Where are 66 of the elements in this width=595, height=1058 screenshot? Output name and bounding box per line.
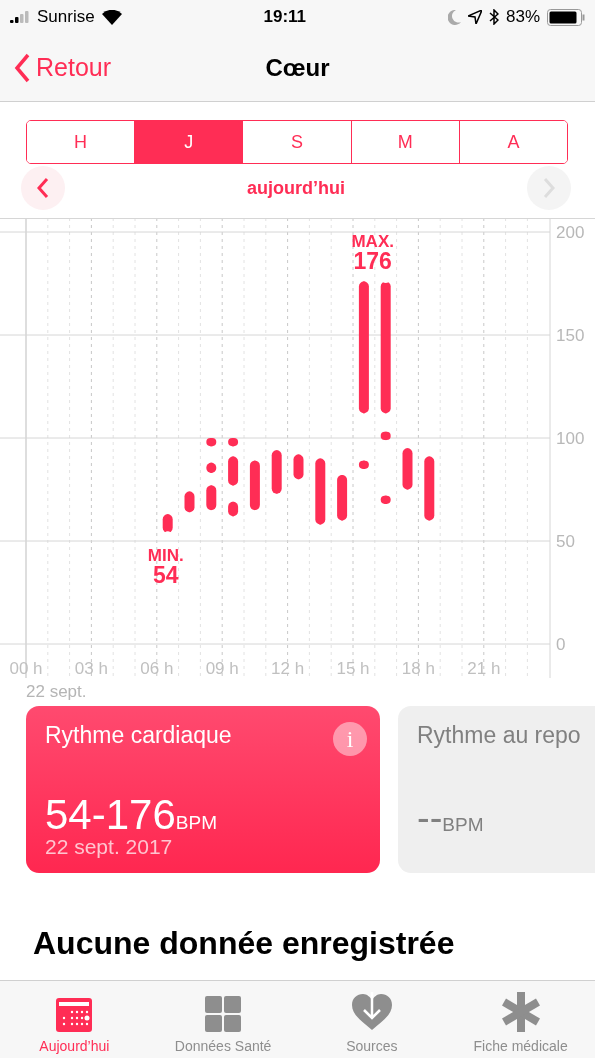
heart-download-icon: [351, 992, 392, 1032]
tab-bar-item[interactable]: Fiche médicale: [446, 981, 595, 1058]
signal-icon: [10, 11, 30, 23]
y-axis-label: 50: [556, 532, 575, 551]
heart-rate-bar: [206, 437, 217, 448]
heart-rate-bar: [162, 513, 173, 534]
screen-title: Cœur: [265, 53, 330, 81]
heart-rate-bar: [271, 449, 282, 495]
asterisk-icon: [501, 992, 540, 1032]
heart-rate-bar: [315, 457, 326, 526]
card-unit: BPM: [442, 814, 484, 836]
heart-rate-bar: [380, 430, 391, 442]
period-label: aujourd’hui: [247, 177, 345, 199]
card-unit: BPM: [175, 812, 217, 834]
location-icon: [467, 10, 482, 24]
period-segment[interactable]: A: [458, 121, 567, 163]
x-axis-label: 09 h: [205, 659, 239, 678]
heart-rate-bar: [249, 459, 260, 512]
x-axis-label: 00 h: [9, 659, 43, 678]
previous-button[interactable]: [21, 166, 65, 210]
y-axis-label: 100: [556, 429, 585, 448]
heart-rate-bar: [293, 453, 304, 481]
tab-bar-item[interactable]: Données Santé: [148, 981, 298, 1058]
y-axis-label: 0: [556, 635, 566, 654]
card-title: Rythme cardiaque: [45, 722, 232, 749]
heart-rate-bar: [206, 461, 217, 474]
chevron-left-icon: [37, 177, 49, 199]
heart-rate-bar: [228, 437, 239, 448]
heart-rate-bar: [358, 459, 369, 470]
heart-rate-bar: [206, 484, 217, 512]
x-axis-label: 15 h: [336, 659, 370, 678]
card-title: Rythme au repo: [417, 722, 581, 749]
heart-rate-bar: [380, 494, 391, 505]
battery-percent: 83%: [505, 7, 540, 27]
heart-rate-bar: [337, 474, 348, 522]
y-axis-label: 200: [556, 223, 585, 242]
heart-rate-bar: [184, 490, 195, 514]
moon-icon: [447, 9, 461, 25]
x-axis-label: 18 h: [401, 659, 435, 678]
info-button[interactable]: i: [333, 722, 367, 756]
heart-rate-bar: [228, 500, 239, 518]
tab-bar-item[interactable]: Aujourd’hui: [0, 981, 149, 1058]
back-link[interactable]: Retour: [14, 52, 112, 83]
chevron-left-icon: [14, 52, 30, 83]
clock-time: 19:11: [263, 7, 307, 27]
x-axis-label: 06 h: [140, 659, 174, 678]
x-axis-label: 03 h: [74, 659, 108, 678]
wifi-icon: [101, 9, 122, 25]
card-value: --: [417, 797, 443, 840]
metric-card[interactable]: Rythme au repo --BPM: [398, 706, 595, 873]
battery-icon: [547, 8, 585, 26]
heart-rate-bar: [228, 455, 239, 487]
section-heading: Aucune donnée enregistrée: [32, 925, 456, 962]
bluetooth-icon: [488, 9, 499, 25]
period-segment[interactable]: J: [134, 121, 243, 163]
x-axis-label: 12 h: [271, 659, 305, 678]
carrier-name: Sunrise: [37, 7, 95, 27]
x-axis-label: 21 h: [467, 659, 501, 678]
metric-card[interactable]: Rythme cardiaque i 54-176BPM 22 sept. 2017: [26, 706, 380, 873]
chart-date: 22 sept.: [26, 682, 87, 701]
tab-bar-item[interactable]: Sources: [297, 981, 447, 1058]
heart-rate-bar: [424, 455, 435, 522]
grid-icon: [205, 996, 242, 1032]
calendar-icon: [56, 996, 93, 1032]
y-axis-label: 150: [556, 326, 585, 345]
heart-rate-bar: [402, 447, 413, 491]
